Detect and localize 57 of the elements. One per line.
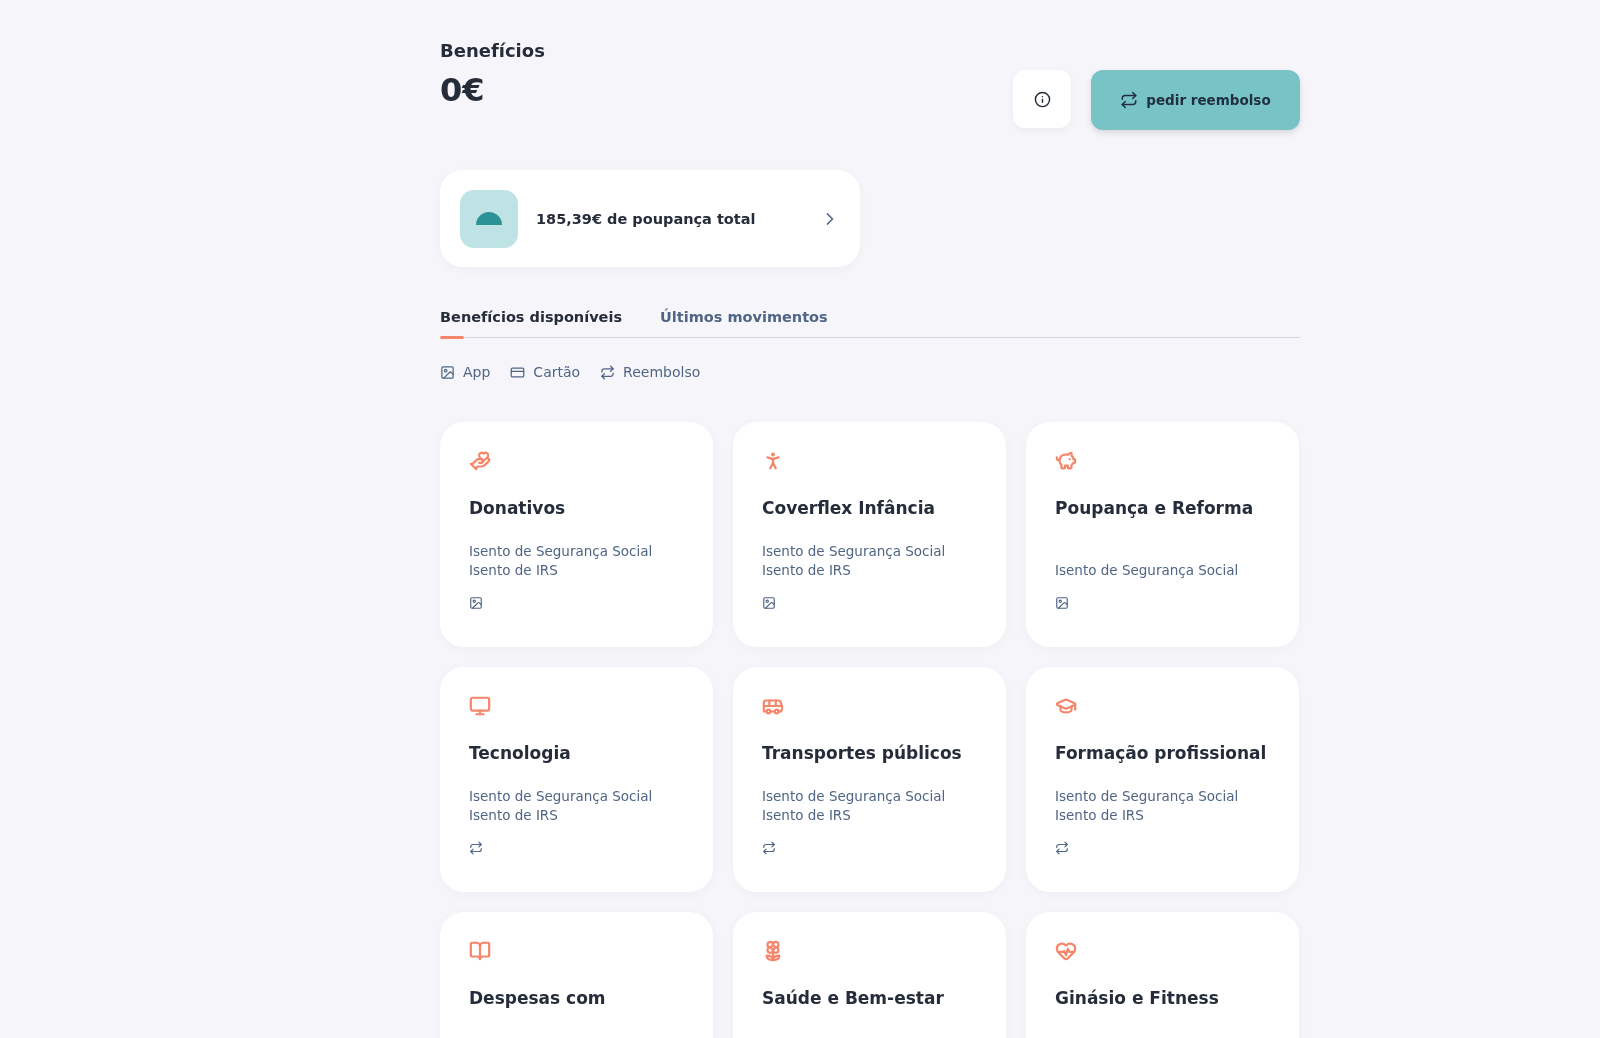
benefit-card[interactable]: Saúde e Bem-estar <box>733 912 1006 1038</box>
benefit-detail: Isento de IRS <box>762 562 852 578</box>
benefit-card[interactable]: Coverflex Infância Isento de Segurança Social Isento de IRS <box>733 422 1006 647</box>
refund-icon <box>762 841 776 855</box>
gauge-icon <box>460 189 518 248</box>
refund-icon <box>469 841 483 855</box>
savings-card[interactable]: 185,39€ de poupança total <box>440 170 860 267</box>
benefit-card[interactable]: Tecnologia Isento de Segurança Social Isento de IRS <box>440 667 713 892</box>
refund-icon <box>1120 91 1139 109</box>
benefit-detail: Isento de Segurança Social <box>762 543 947 559</box>
refund-button[interactable]: pedir reembolso <box>1091 70 1300 130</box>
hand-heart-icon <box>469 450 491 472</box>
benefit-title: Tecnologia <box>469 743 572 763</box>
benefit-detail: Isento de Segurança Social <box>469 788 654 804</box>
benefit-title: Donativos <box>469 498 567 518</box>
benefit-title: Formação profissional <box>1055 743 1268 763</box>
legend-label: Cartão <box>533 364 581 380</box>
benefit-card[interactable]: Ginásio e Fitness <box>1026 912 1299 1038</box>
benefit-card[interactable]: Despesas com <box>440 912 713 1038</box>
page-title: Benefícios <box>440 40 545 61</box>
tab[interactable]: Últimos movimentos <box>660 309 828 337</box>
savings-text: 185,39€ de poupança total <box>536 210 757 227</box>
benefit-detail: Isento de Segurança Social <box>1055 788 1240 804</box>
benefit-title: Poupança e Reforma <box>1055 498 1255 518</box>
piggy-bank-icon <box>1055 450 1077 472</box>
balance-amount: 0€ <box>440 71 486 109</box>
app-icon <box>1055 596 1069 610</box>
heart-pulse-icon <box>1055 940 1077 962</box>
benefit-detail: Isento de Segurança Social <box>1055 562 1240 578</box>
info-icon <box>1033 90 1051 108</box>
benefit-detail: Isento de Segurança Social <box>469 543 654 559</box>
benefit-card[interactable]: Formação profissional Isento de Segurança Social Isento de IRS <box>1026 667 1299 892</box>
book-icon <box>469 940 491 962</box>
benefit-detail: Isento de IRS <box>1055 807 1145 823</box>
refund-icon <box>600 364 616 380</box>
benefit-title: Transportes públicos <box>762 743 963 763</box>
legend-label: App <box>463 364 491 380</box>
card-icon <box>510 364 526 380</box>
benefit-detail: Isento de IRS <box>762 807 852 823</box>
app-icon <box>440 364 455 380</box>
benefit-card[interactable]: Transportes públicos Isento de Segurança Social Isento de IRS <box>733 667 1006 892</box>
benefit-title: Ginásio e Fitness <box>1055 988 1220 1008</box>
refund-icon <box>1055 841 1069 855</box>
legend-label: Reembolso <box>623 364 701 380</box>
benefit-card[interactable]: Poupança e Reforma Isento de Segurança Social <box>1026 422 1299 647</box>
benefit-detail: Isento de IRS <box>469 562 559 578</box>
info-button[interactable] <box>1013 70 1071 128</box>
benefit-detail: Isento de IRS <box>469 807 559 823</box>
app-icon <box>762 596 776 610</box>
benefit-card[interactable]: Donativos Isento de Segurança Social Isento de IRS <box>440 422 713 647</box>
monitor-icon <box>469 695 491 717</box>
benefit-title: Despesas com <box>469 988 607 1008</box>
benefit-title: Coverflex Infância <box>762 498 936 518</box>
app-icon <box>469 596 483 610</box>
benefit-title: Saúde e Bem-estar <box>762 988 945 1008</box>
tab[interactable]: Benefícios disponíveis <box>440 309 623 337</box>
benefit-detail: Isento de Segurança Social <box>762 788 947 804</box>
